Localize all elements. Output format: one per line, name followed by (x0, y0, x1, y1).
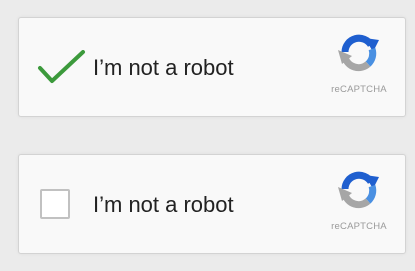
recaptcha-widget-checked: I’m not a robot reCAPTCHA (18, 17, 406, 117)
robot-checkbox-label: I’m not a robot (93, 192, 234, 217)
recaptcha-brand-text: reCAPTCHA (331, 221, 387, 232)
recaptcha-brand: reCAPTCHA (327, 30, 391, 106)
recaptcha-brand-text: reCAPTCHA (331, 84, 387, 95)
recaptcha-brand: reCAPTCHA (327, 167, 391, 243)
robot-checkbox[interactable] (40, 189, 70, 219)
recaptcha-logo-icon (335, 30, 383, 78)
checkmark-icon[interactable] (37, 46, 85, 92)
robot-checkbox-label: I’m not a robot (93, 55, 234, 80)
recaptcha-logo-icon (335, 167, 383, 215)
recaptcha-widget-unchecked: I’m not a robot reCAPTCHA (18, 154, 406, 254)
checkbox-area (37, 183, 83, 229)
